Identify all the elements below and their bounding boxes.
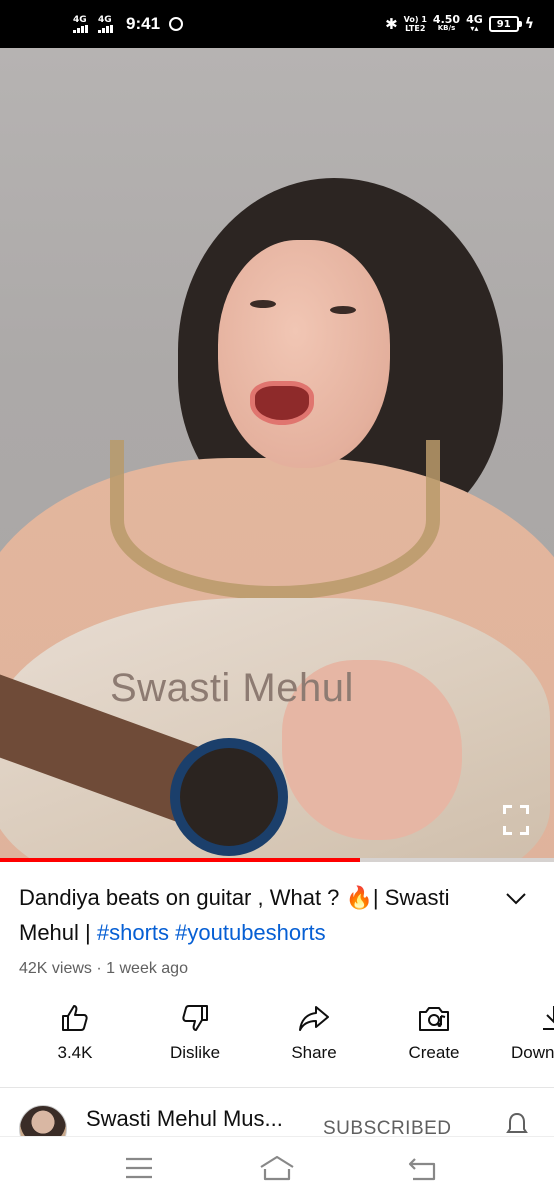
- network-speed: 4.50 KB/s: [432, 13, 461, 32]
- download-label: Downl: [511, 1043, 554, 1062]
- dislike-button[interactable]: Dislike: [145, 1003, 245, 1063]
- thumbs-down-icon: [182, 1005, 208, 1031]
- hashtag-link[interactable]: #youtubeshorts: [175, 920, 325, 945]
- status-left: 4G 4G 9:41: [73, 0, 184, 48]
- volte-indicator: Vo) 1 LTE2: [403, 15, 427, 33]
- status-right: ✱ Vo) 1 LTE2 4.50 KB/s 4G ▾▴ 91 ϟ: [385, 0, 534, 48]
- video-player[interactable]: Swasti Mehul: [0, 48, 554, 860]
- bell-icon[interactable]: [506, 1112, 528, 1136]
- create-label: Create: [408, 1043, 460, 1062]
- share-button[interactable]: Share: [264, 1003, 364, 1063]
- video-progress-bar[interactable]: [0, 858, 554, 862]
- channel-name[interactable]: Swasti Mehul Mus...: [86, 1106, 316, 1132]
- back-icon[interactable]: [407, 1155, 437, 1181]
- video-title[interactable]: Dandiya beats on guitar , What ? 🔥| Swas…: [19, 880, 489, 950]
- menu-icon[interactable]: [124, 1155, 154, 1181]
- whatsapp-icon: [169, 17, 184, 31]
- charging-icon: ϟ: [524, 16, 534, 32]
- home-icon[interactable]: [259, 1155, 295, 1181]
- status-bar: 4G 4G 9:41 ✱ Vo) 1 LTE2 4.50 KB/s 4G ▾▴ …: [0, 0, 554, 48]
- video-frame-neckline: [110, 440, 440, 600]
- video-frame-mouth: [250, 381, 314, 425]
- create-icon: [419, 1007, 449, 1031]
- network-type: 4G: [98, 14, 112, 25]
- channel-row[interactable]: Swasti Mehul Mus... SUBSCRIBED: [0, 1088, 554, 1136]
- video-frame-soundhole: [170, 738, 288, 856]
- battery-level: 91: [496, 18, 511, 30]
- subscribed-button[interactable]: SUBSCRIBED: [323, 1118, 452, 1136]
- system-nav-bar: [0, 1136, 554, 1200]
- network-type: 4G: [73, 14, 87, 25]
- chevron-down-icon[interactable]: [503, 886, 529, 912]
- thumbs-up-icon: [62, 1005, 88, 1031]
- video-frame-eye: [250, 300, 276, 308]
- like-count: 3.4K: [57, 1043, 93, 1062]
- share-icon: [299, 1006, 329, 1031]
- signal-icon: 4G: [98, 14, 118, 33]
- clock: 9:41: [126, 14, 161, 33]
- dislike-label: Dislike: [169, 1043, 221, 1062]
- avatar[interactable]: [19, 1105, 67, 1136]
- download-icon: [543, 1006, 554, 1030]
- signal-icon: 4G: [73, 14, 93, 33]
- video-meta: 42K views · 1 week ago: [19, 960, 188, 977]
- video-frame-face: [218, 240, 390, 468]
- download-button[interactable]: Downl: [497, 1003, 554, 1063]
- create-button[interactable]: Create: [384, 1003, 484, 1063]
- video-progress-fill: [0, 858, 361, 862]
- share-label: Share: [291, 1043, 337, 1062]
- battery-icon: 91: [488, 16, 522, 32]
- video-watermark: Swasti Mehul: [110, 666, 354, 710]
- bluetooth-icon: ✱: [385, 15, 398, 33]
- action-row: 3.4K Dislike Share Create Downl: [0, 1003, 554, 1073]
- hashtag-link[interactable]: #shorts: [97, 920, 169, 945]
- fullscreen-icon[interactable]: [503, 805, 529, 835]
- video-frame-eye: [330, 306, 356, 314]
- network-type-indicator: 4G ▾▴: [466, 13, 483, 33]
- like-button[interactable]: 3.4K: [25, 1003, 125, 1063]
